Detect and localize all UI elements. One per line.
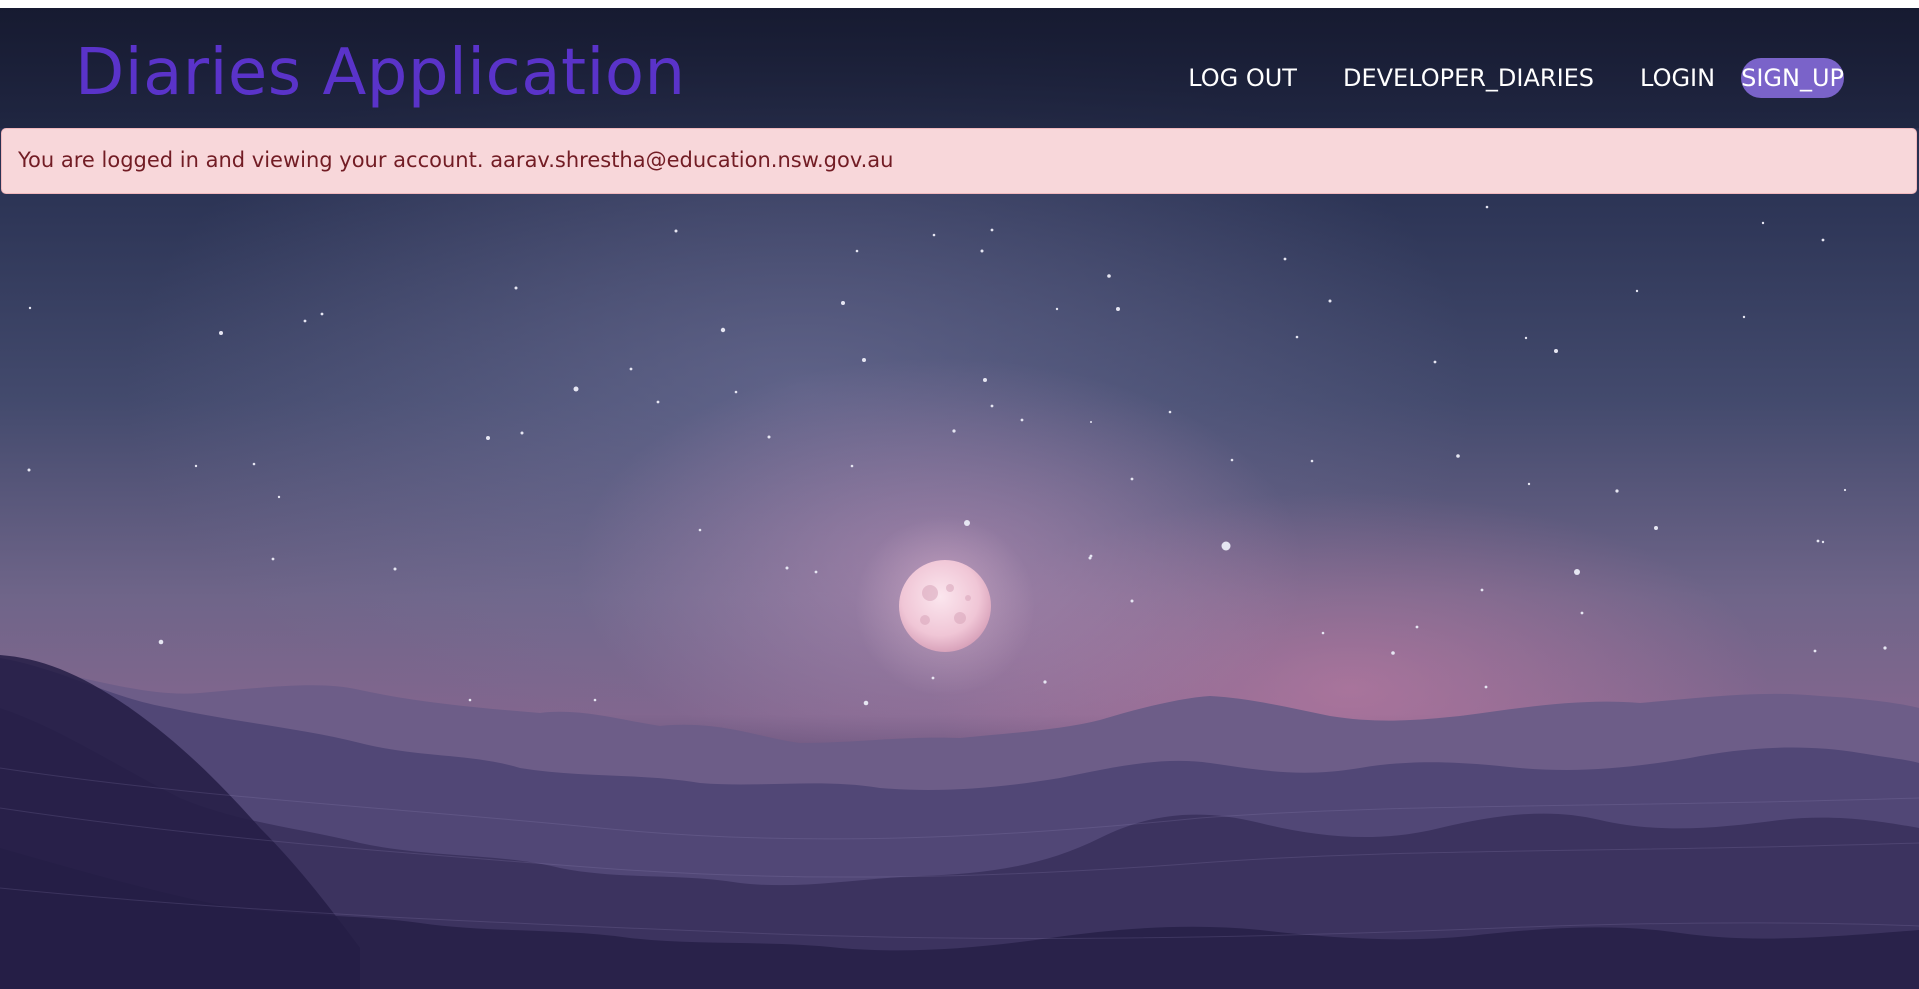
- nav-login-link[interactable]: LOGIN: [1640, 64, 1715, 92]
- nav-developer-diaries-link[interactable]: DEVELOPER_DIARIES: [1343, 64, 1594, 92]
- moon: [899, 560, 991, 652]
- navbar: Diaries Application LOG OUT DEVELOPER_DI…: [0, 8, 1919, 128]
- app-title[interactable]: Diaries Application: [75, 36, 686, 110]
- nav-links: LOG OUT DEVELOPER_DIARIES LOGIN SIGN_UP: [1188, 58, 1844, 98]
- alert-message: You are logged in and viewing your accou…: [18, 148, 894, 172]
- nav-logout-link[interactable]: LOG OUT: [1188, 64, 1297, 92]
- login-status-alert: You are logged in and viewing your accou…: [1, 128, 1917, 194]
- nav-signup-link[interactable]: SIGN_UP: [1741, 58, 1844, 98]
